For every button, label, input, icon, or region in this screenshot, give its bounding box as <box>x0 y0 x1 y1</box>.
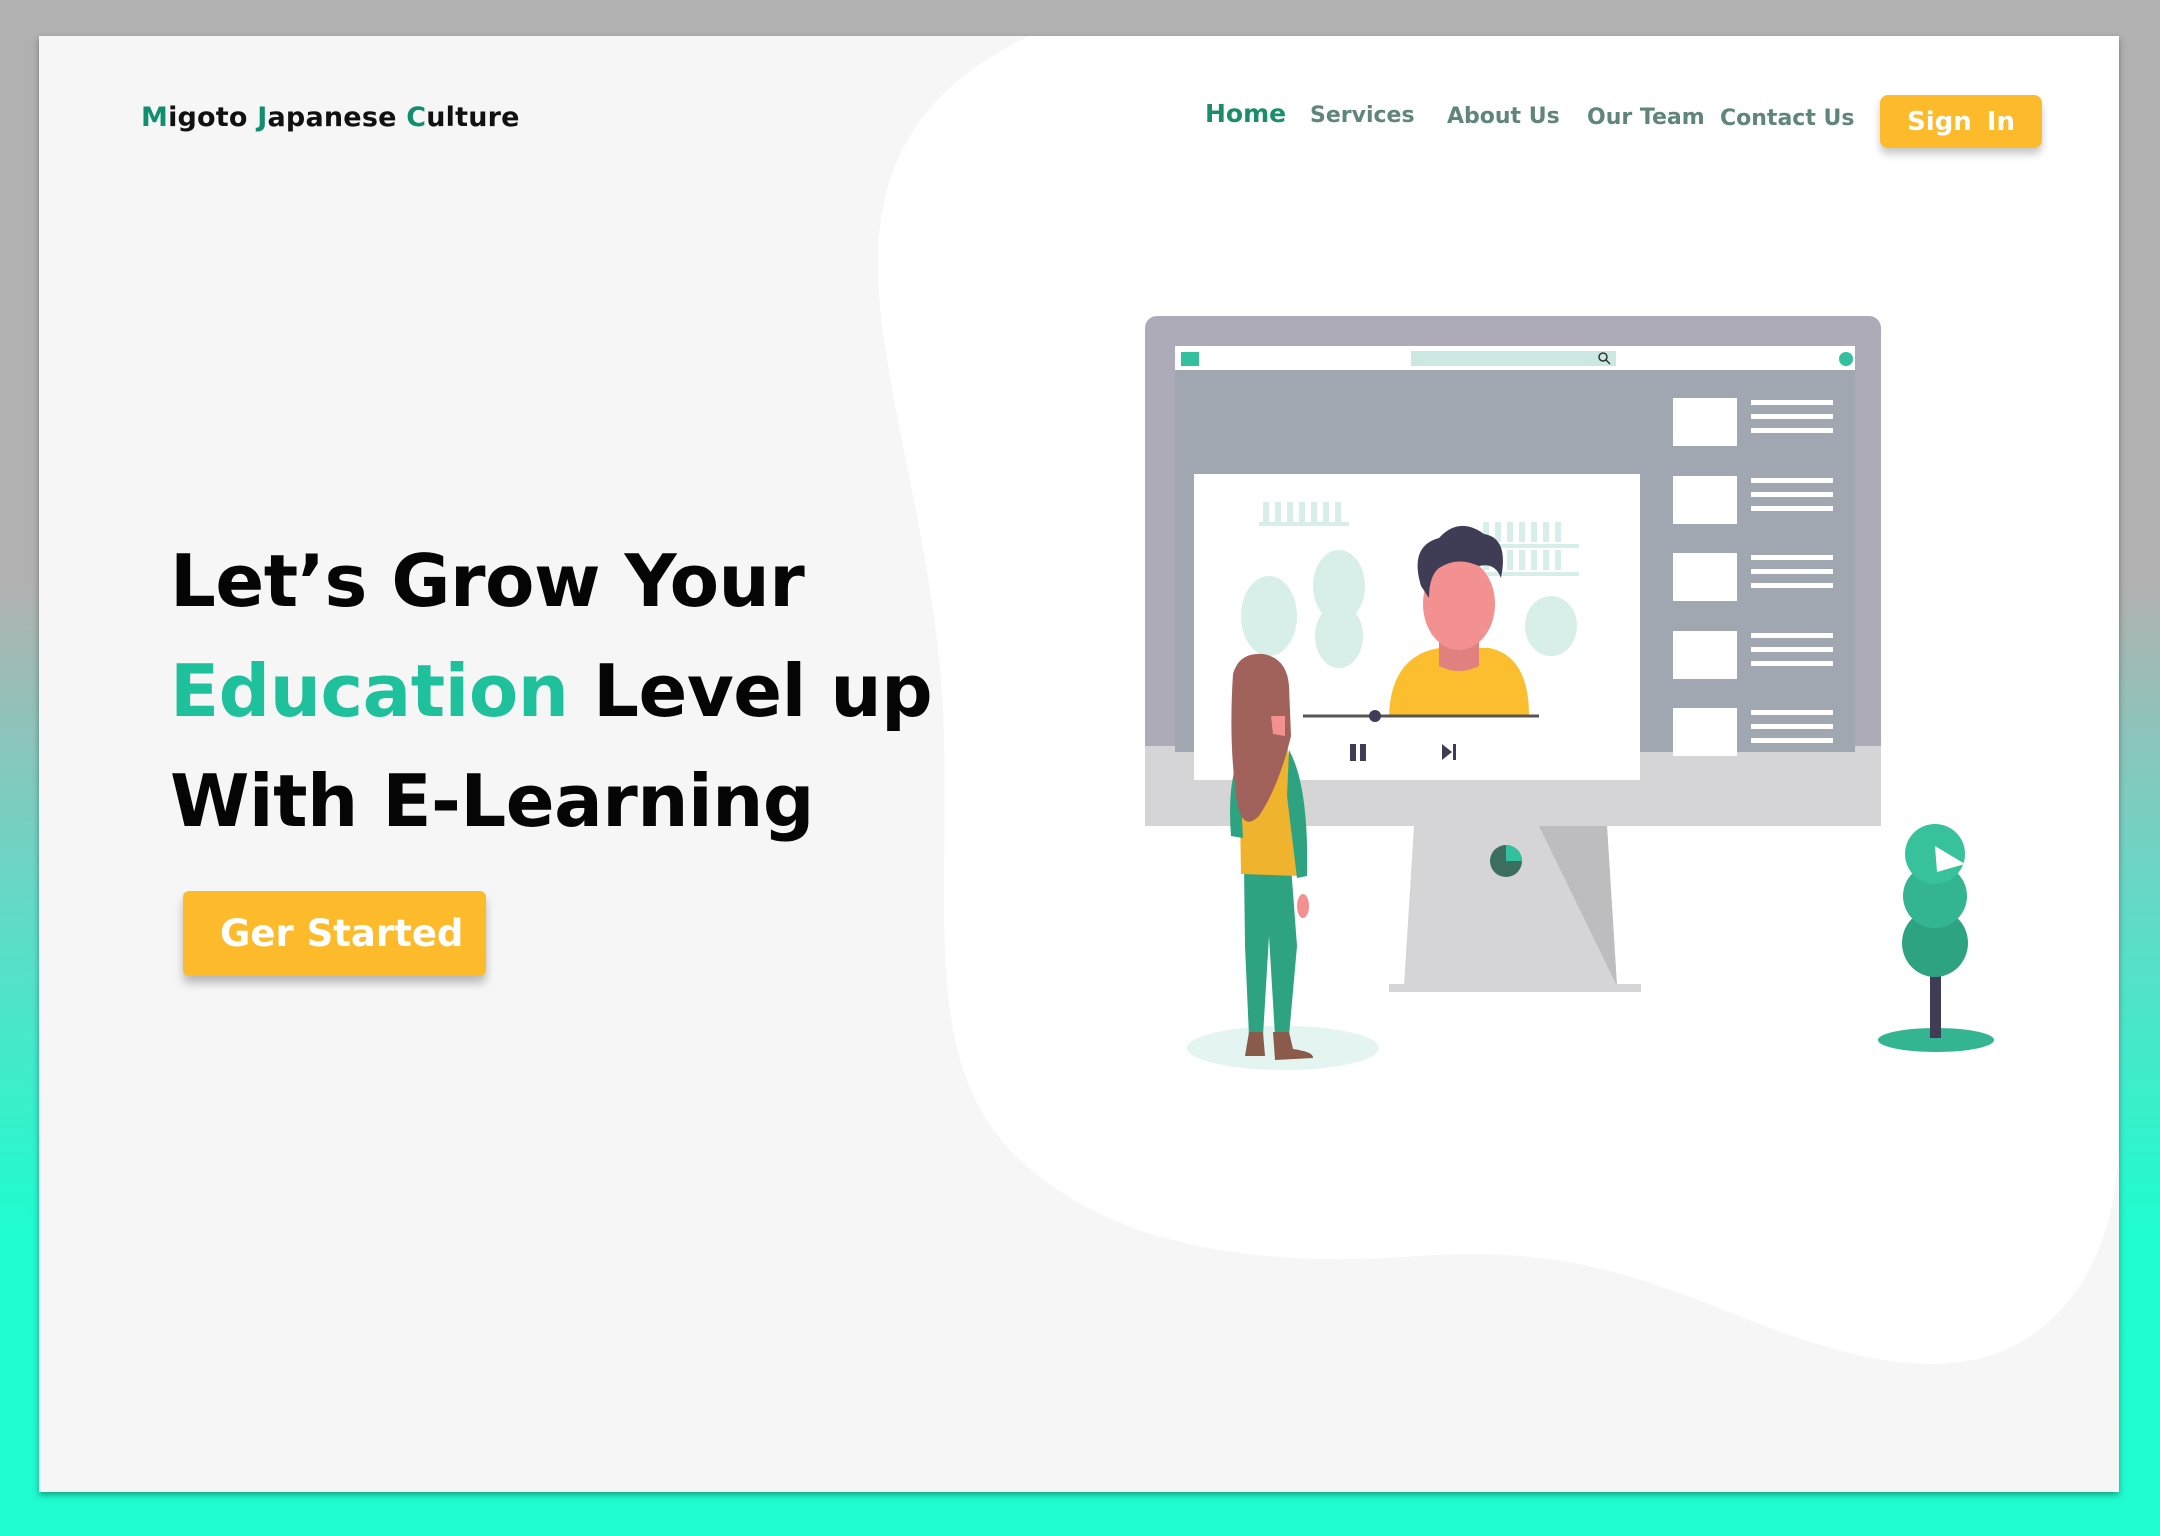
landing-page: Migoto Japanese Culture Home Services Ab… <box>39 36 2119 1492</box>
nav-our-team[interactable]: Our Team <box>1587 102 1705 134</box>
nav-contact-us[interactable]: Contact Us <box>1720 103 1854 135</box>
hero-accent-word: Education <box>170 649 569 733</box>
plant-icon <box>1878 824 1994 1052</box>
hero-line-2: Level up <box>568 649 933 733</box>
nav-about-us[interactable]: About Us <box>1447 101 1560 133</box>
hero-line-1: Let’s Grow Your <box>170 539 805 623</box>
hero-line-3: With E-Learning <box>170 759 814 843</box>
sign-in-button[interactable]: Sign In <box>1880 95 2042 148</box>
nav-services[interactable]: Services <box>1310 100 1415 132</box>
main-nav: Home Services About Us Our Team Contact … <box>39 99 2119 142</box>
hero-headline: Let’s Grow Your Education Level up With … <box>170 526 933 856</box>
get-started-button[interactable]: Ger Started <box>183 891 486 976</box>
nav-home[interactable]: Home <box>1205 98 1286 130</box>
e-learning-illustration <box>1145 316 1994 1070</box>
